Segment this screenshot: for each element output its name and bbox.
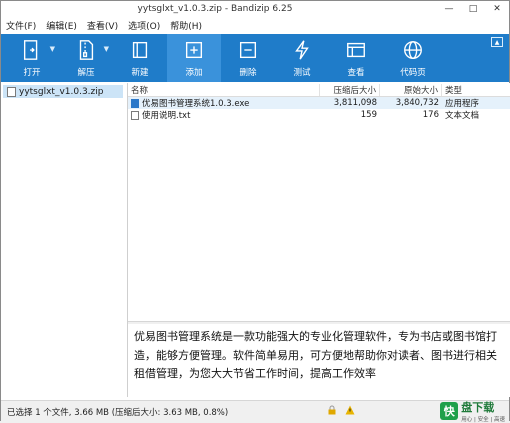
toolbar-collapse-icon[interactable]: ▲ <box>491 37 503 47</box>
column-header-packed-size[interactable]: 压缩后大小 <box>320 83 380 96</box>
app-window: yytsglxt_v1.0.3.zip - Bandizip 6.25 — □ … <box>0 0 510 423</box>
menu-edit[interactable]: 编辑(E) <box>41 19 82 32</box>
extract-label: 解压 <box>77 68 95 78</box>
title-bar: yytsglxt_v1.0.3.zip - Bandizip 6.25 — □ … <box>1 1 509 17</box>
view-button[interactable]: 查看 <box>329 34 383 82</box>
file-name: 优易图书管理系统1.0.3.exe <box>142 99 250 109</box>
view-icon <box>347 42 365 58</box>
new-archive-button[interactable]: 新建 <box>113 34 167 82</box>
zip-file-icon <box>7 86 16 97</box>
warning-icon[interactable] <box>345 405 355 415</box>
new-archive-label: 新建 <box>131 68 149 78</box>
file-type: 应用程序 <box>445 99 480 109</box>
lock-icon[interactable] <box>327 405 337 415</box>
column-header-original-size[interactable]: 原始大小 <box>380 83 442 96</box>
delete-label: 删除 <box>239 68 257 78</box>
menu-options[interactable]: 选项(O) <box>123 19 165 32</box>
status-text: 已选择 1 个文件, 3.66 MB (压缩后大小: 3.63 MB, 0.8%… <box>7 407 229 418</box>
file-list-header: 名称 压缩后大小 原始大小 类型 <box>128 83 510 97</box>
exe-icon <box>131 98 139 108</box>
txt-icon <box>131 110 139 120</box>
add-label: 添加 <box>185 68 203 78</box>
open-dropdown-icon[interactable]: ▼ <box>50 45 55 53</box>
toolbar: 打开 ▼ 解压 ▼ 新建 添加 删除 测试 查看 代码页 ▲ <box>1 34 509 82</box>
table-row[interactable]: 使用说明.txt 159 176 文本文档 <box>128 109 510 121</box>
archive-comment: 优易图书管理系统是一款功能强大的专业化管理软件，专为书店或图书馆打造，能够方便管… <box>128 324 510 397</box>
file-type: 文本文档 <box>445 111 480 121</box>
minimize-button[interactable]: — <box>437 1 461 17</box>
file-packed-size: 3,811,098 <box>333 98 377 108</box>
add-button[interactable]: 添加 <box>167 34 221 82</box>
open-button[interactable]: 打开 ▼ <box>5 34 59 82</box>
delete-icon <box>239 41 257 59</box>
column-header-type[interactable]: 类型 <box>442 84 510 96</box>
file-list: 名称 压缩后大小 原始大小 类型 优易图书管理系统1.0.3.exe 3,811… <box>128 83 510 321</box>
add-icon <box>185 41 203 59</box>
open-icon <box>23 40 38 60</box>
menu-view[interactable]: 查看(V) <box>82 19 123 32</box>
brand-tagline: 用心 | 安全 | 高速 <box>461 417 505 423</box>
menu-help[interactable]: 帮助(H) <box>165 19 207 32</box>
maximize-button[interactable]: □ <box>461 1 485 17</box>
brand-name: 盘下载 <box>461 401 495 414</box>
file-packed-size: 159 <box>360 110 377 120</box>
file-name: 使用说明.txt <box>142 111 191 121</box>
brand-logo: 快 盘下载 用心 | 安全 | 高速 <box>440 401 505 423</box>
status-icons <box>327 405 355 415</box>
file-original-size: 176 <box>422 110 439 120</box>
codepage-button[interactable]: 代码页 <box>383 34 443 82</box>
window-title: yytsglxt_v1.0.3.zip - Bandizip 6.25 <box>137 4 293 14</box>
extract-button[interactable]: 解压 ▼ <box>59 34 113 82</box>
new-archive-icon <box>132 41 148 59</box>
close-button[interactable]: ✕ <box>485 1 509 17</box>
file-original-size: 3,840,732 <box>395 98 439 108</box>
codepage-label: 代码页 <box>400 68 426 78</box>
status-bar: 已选择 1 个文件, 3.66 MB (压缩后大小: 3.63 MB, 0.8%… <box>1 400 509 423</box>
test-label: 测试 <box>293 68 311 78</box>
codepage-icon <box>404 41 422 59</box>
test-icon <box>295 40 309 60</box>
tree-item-archive-root[interactable]: yytsglxt_v1.0.3.zip <box>3 85 123 98</box>
extract-dropdown-icon[interactable]: ▼ <box>104 45 109 53</box>
table-row[interactable]: 优易图书管理系统1.0.3.exe 3,811,098 3,840,732 应用… <box>128 97 510 109</box>
folder-tree: yytsglxt_v1.0.3.zip <box>1 83 128 397</box>
test-button[interactable]: 测试 <box>275 34 329 82</box>
view-label: 查看 <box>347 68 365 78</box>
brand-badge: 快 <box>440 402 459 420</box>
extract-icon <box>79 40 94 60</box>
window-controls: — □ ✕ <box>437 1 509 17</box>
menu-file[interactable]: 文件(F) <box>1 19 41 32</box>
open-label: 打开 <box>23 68 41 78</box>
column-header-name[interactable]: 名称 <box>128 83 320 96</box>
tree-item-label: yytsglxt_v1.0.3.zip <box>19 86 104 97</box>
delete-button[interactable]: 删除 <box>221 34 275 82</box>
menu-bar: 文件(F) 编辑(E) 查看(V) 选项(O) 帮助(H) <box>1 17 509 33</box>
